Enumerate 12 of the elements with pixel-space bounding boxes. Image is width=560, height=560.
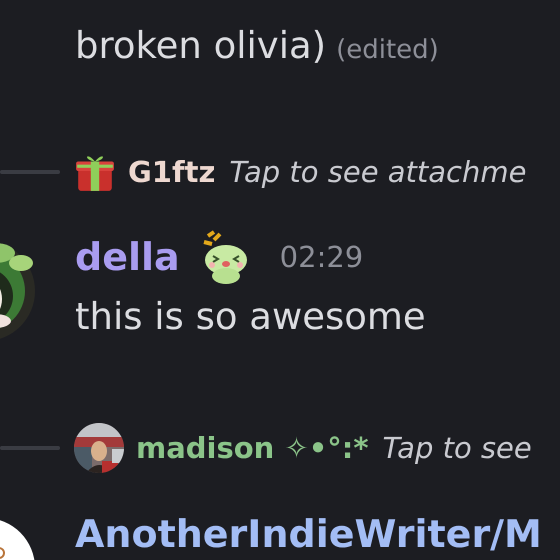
reply-preview[interactable]: Tap to see (382, 431, 532, 465)
message-text: broken olivia) (75, 24, 326, 67)
reply-spine (0, 446, 60, 450)
author-name[interactable]: G1ftz (128, 154, 216, 189)
author-name[interactable]: madison ✧•°:* (136, 431, 369, 465)
author-name[interactable]: della (75, 235, 180, 279)
reply-spine (0, 170, 60, 174)
message-text: this is so awesome (75, 295, 427, 338)
timestamp: 02:29 (280, 240, 364, 274)
author-name[interactable]: AnotherIndieWriter/M (75, 512, 542, 556)
edited-label: (edited) (336, 35, 439, 65)
reply-preview[interactable]: Tap to see attachme (229, 154, 526, 189)
